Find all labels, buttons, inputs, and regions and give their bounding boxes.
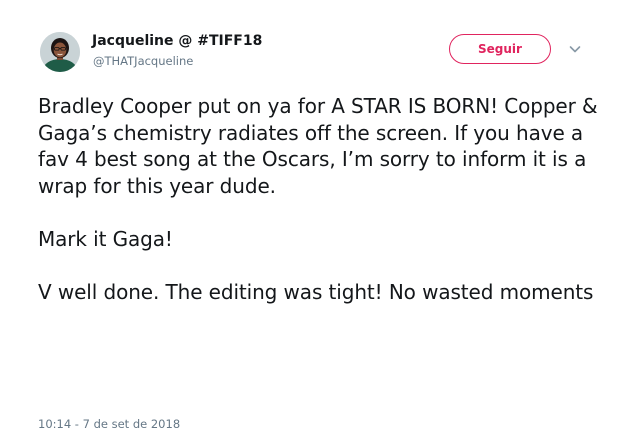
display-name[interactable]: Jacqueline @ #TIFF18	[92, 33, 262, 49]
user-handle[interactable]: @THATJacqueline	[93, 54, 193, 68]
tweet-text: Bradley Cooper put on ya for A STAR IS B…	[38, 93, 598, 305]
tweet-paragraph: Bradley Cooper put on ya for A STAR IS B…	[38, 94, 598, 198]
tweet-card: Jacqueline @ #TIFF18 @THATJacqueline Seg…	[0, 0, 620, 441]
chevron-down-icon[interactable]	[567, 41, 583, 57]
avatar[interactable]	[40, 32, 80, 72]
profile-photo-icon	[40, 32, 80, 72]
tweet-timestamp[interactable]: 10:14 - 7 de set de 2018	[38, 417, 180, 431]
tweet-paragraph: Mark it Gaga!	[38, 226, 173, 251]
follow-button[interactable]: Seguir	[449, 34, 551, 64]
tweet-paragraph: V well done. The editing was tight! No w…	[38, 279, 594, 304]
